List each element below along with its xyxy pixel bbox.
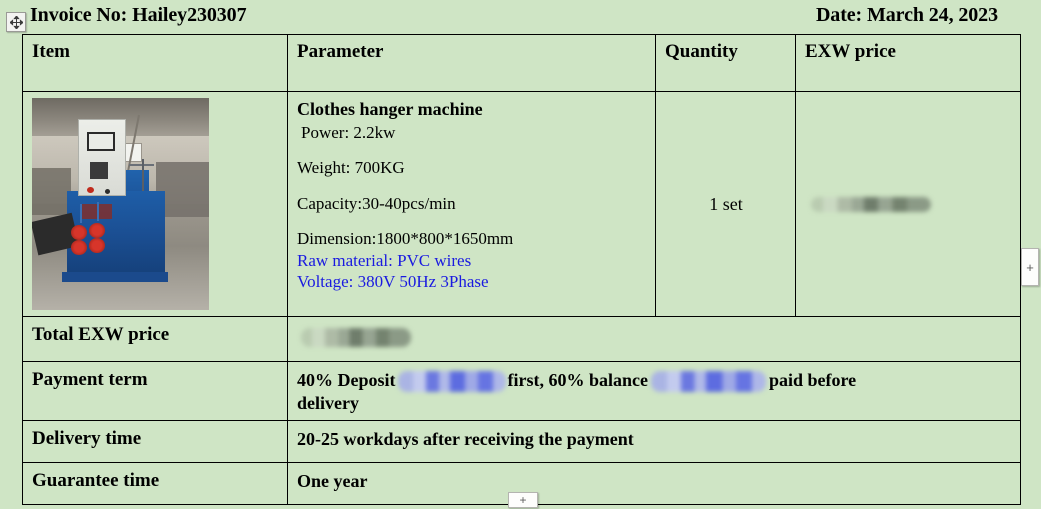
redacted-total-price [301,328,411,348]
value-guarantee-time: One year [287,462,1021,506]
table-header-row: Item Parameter Quantity EXW price [22,34,1021,92]
redacted-deposit-amount [397,371,506,393]
label-payment-term: Payment term [22,360,288,422]
product-row: Clothes hanger machine Power: 2.2kw Weig… [22,91,1021,317]
header-item: Item [22,34,288,92]
move-arrows-icon [9,15,23,29]
invoice-number: Invoice No: Hailey230307 [30,4,247,26]
payment-term-row: Payment term 40% Deposit first, 60% balan… [22,360,1021,422]
header-parameter: Parameter [287,34,656,92]
product-photo-cell [22,91,288,317]
payment-part-3: paid before [768,370,857,390]
invoice-table: Item Parameter Quantity EXW price Clothe… [22,34,1021,506]
clothes-hanger-machine-photo [32,98,209,310]
spec-power: Power: 2.2kw [301,122,396,142]
payment-part-4: delivery [297,393,359,414]
insert-column-button[interactable]: + [1021,248,1039,286]
label-delivery-time: Delivery time [22,420,288,464]
label-guarantee-time: Guarantee time [22,462,288,506]
payment-part-1: 40% Deposit [297,370,396,390]
product-exw-price-cell [795,91,1021,317]
total-price-row: Total EXW price [22,316,1021,362]
document-header: Invoice No: Hailey230307 Date: March 24,… [22,4,1020,30]
product-title: Clothes hanger machine [297,99,483,119]
spec-voltage: Voltage: 380V 50Hz 3Phase [297,271,489,291]
product-parameter-cell: Clothes hanger machine Power: 2.2kw Weig… [287,91,656,317]
value-total-exw-price [287,316,1021,362]
delivery-time-row: Delivery time 20-25 workdays after recei… [22,420,1021,464]
spec-raw-material: Raw material: PVC wires [297,250,472,270]
label-total-exw-price: Total EXW price [22,316,288,362]
spec-weight: Weight: 700KG [297,158,405,178]
header-quantity: Quantity [655,34,796,92]
value-delivery-time: 20-25 workdays after receiving the payme… [287,420,1021,464]
payment-part-2: first, 60% balance [507,370,648,390]
header-exw-price: EXW price [795,34,1021,92]
value-payment-term: 40% Deposit first, 60% balance paid before… [287,360,1021,422]
spec-dimension: Dimension:1800*800*1650mm [297,229,514,249]
product-quantity: 1 set [655,91,796,317]
redacted-exw-price [811,196,931,212]
insert-row-button[interactable]: + [508,492,538,508]
invoice-date: Date: March 24, 2023 [815,4,998,26]
redacted-balance-amount [650,371,766,393]
document-page: Invoice No: Hailey230307 Date: March 24,… [0,0,1041,509]
spec-capacity: Capacity:30-40pcs/min [297,193,456,213]
